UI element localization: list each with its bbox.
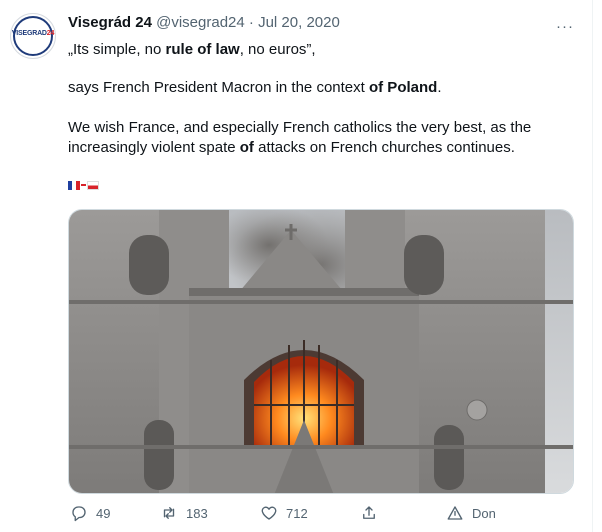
avatar-logo-text: VISEGRAD24	[11, 30, 55, 37]
tweet-text-segment: .	[437, 79, 442, 96]
avatar-logo-word: VISEGRAD	[11, 30, 47, 37]
flags-line	[68, 175, 99, 195]
tweet-text-segment: „Its simple, no	[68, 41, 166, 58]
translate-label: Don	[472, 505, 496, 521]
tweet-text-line-1: „Its simple, no rule of law, no euros”,	[68, 40, 316, 60]
tweet-actions: 49 183 712 Don	[68, 504, 574, 526]
tweet-date[interactable]: Jul 20, 2020	[258, 14, 340, 31]
retweet-icon	[163, 507, 175, 519]
tweet-card[interactable]: VISEGRAD24 Visegrád 24 @visegrad24 · Jul…	[0, 0, 602, 532]
reply-action[interactable]: 49	[70, 504, 110, 522]
avatar-logo-number: 24	[46, 30, 55, 37]
cathedral-fire-photo	[69, 210, 573, 493]
retweet-action[interactable]: 183	[160, 504, 208, 522]
translate-action[interactable]: Don	[446, 504, 496, 522]
tweet-text-line-2: says French President Macron in the cont…	[68, 78, 441, 98]
warning-triangle-icon	[447, 506, 463, 520]
header-separator: ·	[248, 14, 254, 31]
author-handle[interactable]: @visegrad24	[156, 14, 245, 31]
reply-icon	[72, 506, 86, 522]
poland-flag-icon	[87, 180, 99, 190]
france-flag-icon	[68, 180, 80, 190]
tweet-text-paragraph-3: We wish France, and especially French ca…	[68, 118, 568, 158]
tweet-text-bold: rule of law	[165, 41, 240, 58]
like-action[interactable]: 712	[260, 504, 308, 522]
tweet-text-segment: , no euros”,	[239, 41, 316, 58]
tweet-media-photo[interactable]	[68, 209, 574, 494]
timeline-border	[592, 0, 593, 532]
tweet-text-segment: says French President Macron in the cont…	[68, 79, 369, 96]
share-icon	[363, 506, 375, 519]
more-options-icon[interactable]: ···	[556, 18, 574, 35]
avatar[interactable]: VISEGRAD24	[10, 13, 56, 59]
author-name[interactable]: Visegrád 24	[68, 14, 152, 31]
tweet-text-segment: attacks on French churches continues.	[253, 139, 515, 156]
tweet-text-bold: of Poland	[368, 79, 438, 96]
flag-dash	[81, 184, 86, 187]
heart-icon	[261, 506, 277, 520]
reply-count: 49	[96, 505, 111, 521]
retweet-count: 183	[186, 505, 208, 521]
share-action[interactable]	[360, 504, 378, 522]
tweet-text-bold: of	[239, 139, 254, 156]
like-count: 712	[286, 505, 308, 521]
tweet-header: Visegrád 24 @visegrad24 · Jul 20, 2020	[68, 14, 340, 31]
